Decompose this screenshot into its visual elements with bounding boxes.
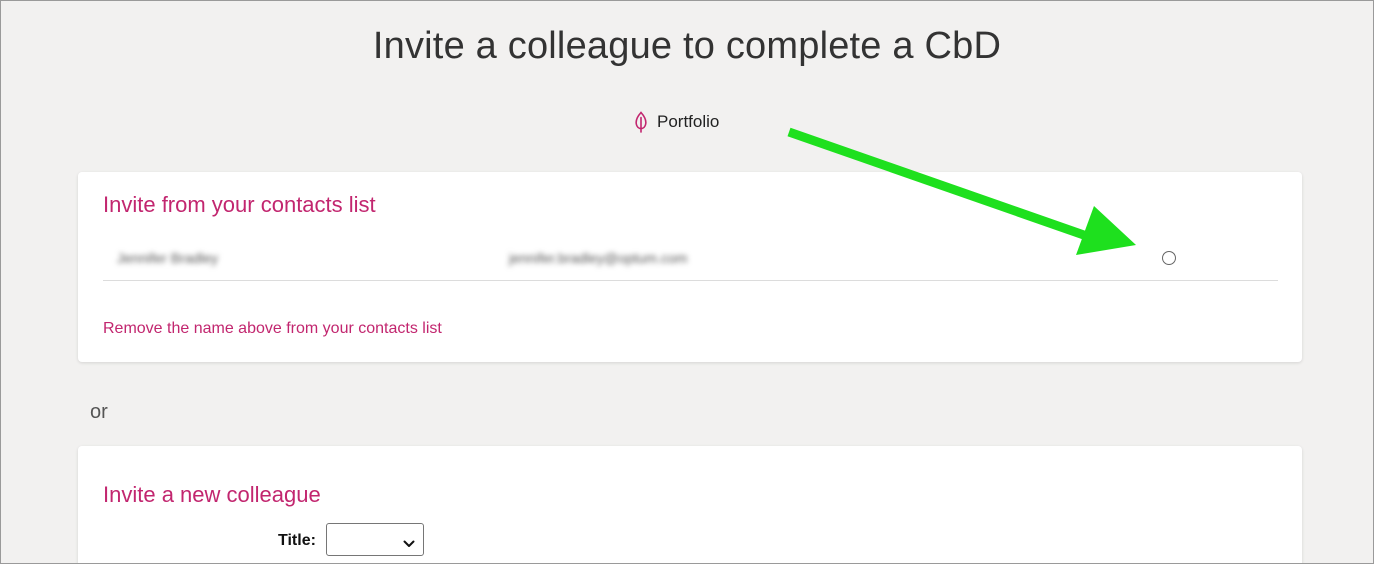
contact-row[interactable]: Jennifer Bradley jennifer.bradley@optum.… [103, 240, 1278, 281]
chevron-down-icon [403, 535, 415, 553]
app-frame: Invite a colleague to complete a CbD Por… [0, 0, 1374, 564]
leaf-icon [633, 111, 649, 133]
portfolio-link[interactable]: Portfolio [633, 111, 719, 133]
contacts-card: Invite from your contacts list Jennifer … [78, 172, 1302, 362]
contact-email: jennifer.bradley@optum.com [509, 250, 688, 266]
or-separator: or [90, 401, 108, 423]
contact-name: Jennifer Bradley [117, 250, 219, 266]
remove-contact-link[interactable]: Remove the name above from your contacts… [103, 320, 442, 338]
portfolio-label: Portfolio [657, 112, 720, 131]
title-select[interactable] [326, 523, 424, 556]
title-label: Title: [278, 532, 316, 549]
page-title: Invite a colleague to complete a CbD [372, 25, 1002, 67]
contacts-heading: Invite from your contacts list [103, 192, 376, 217]
contact-select-radio[interactable] [1162, 251, 1176, 265]
new-colleague-heading: Invite a new colleague [103, 482, 321, 507]
new-colleague-card: Invite a new colleague Title: [78, 446, 1302, 563]
